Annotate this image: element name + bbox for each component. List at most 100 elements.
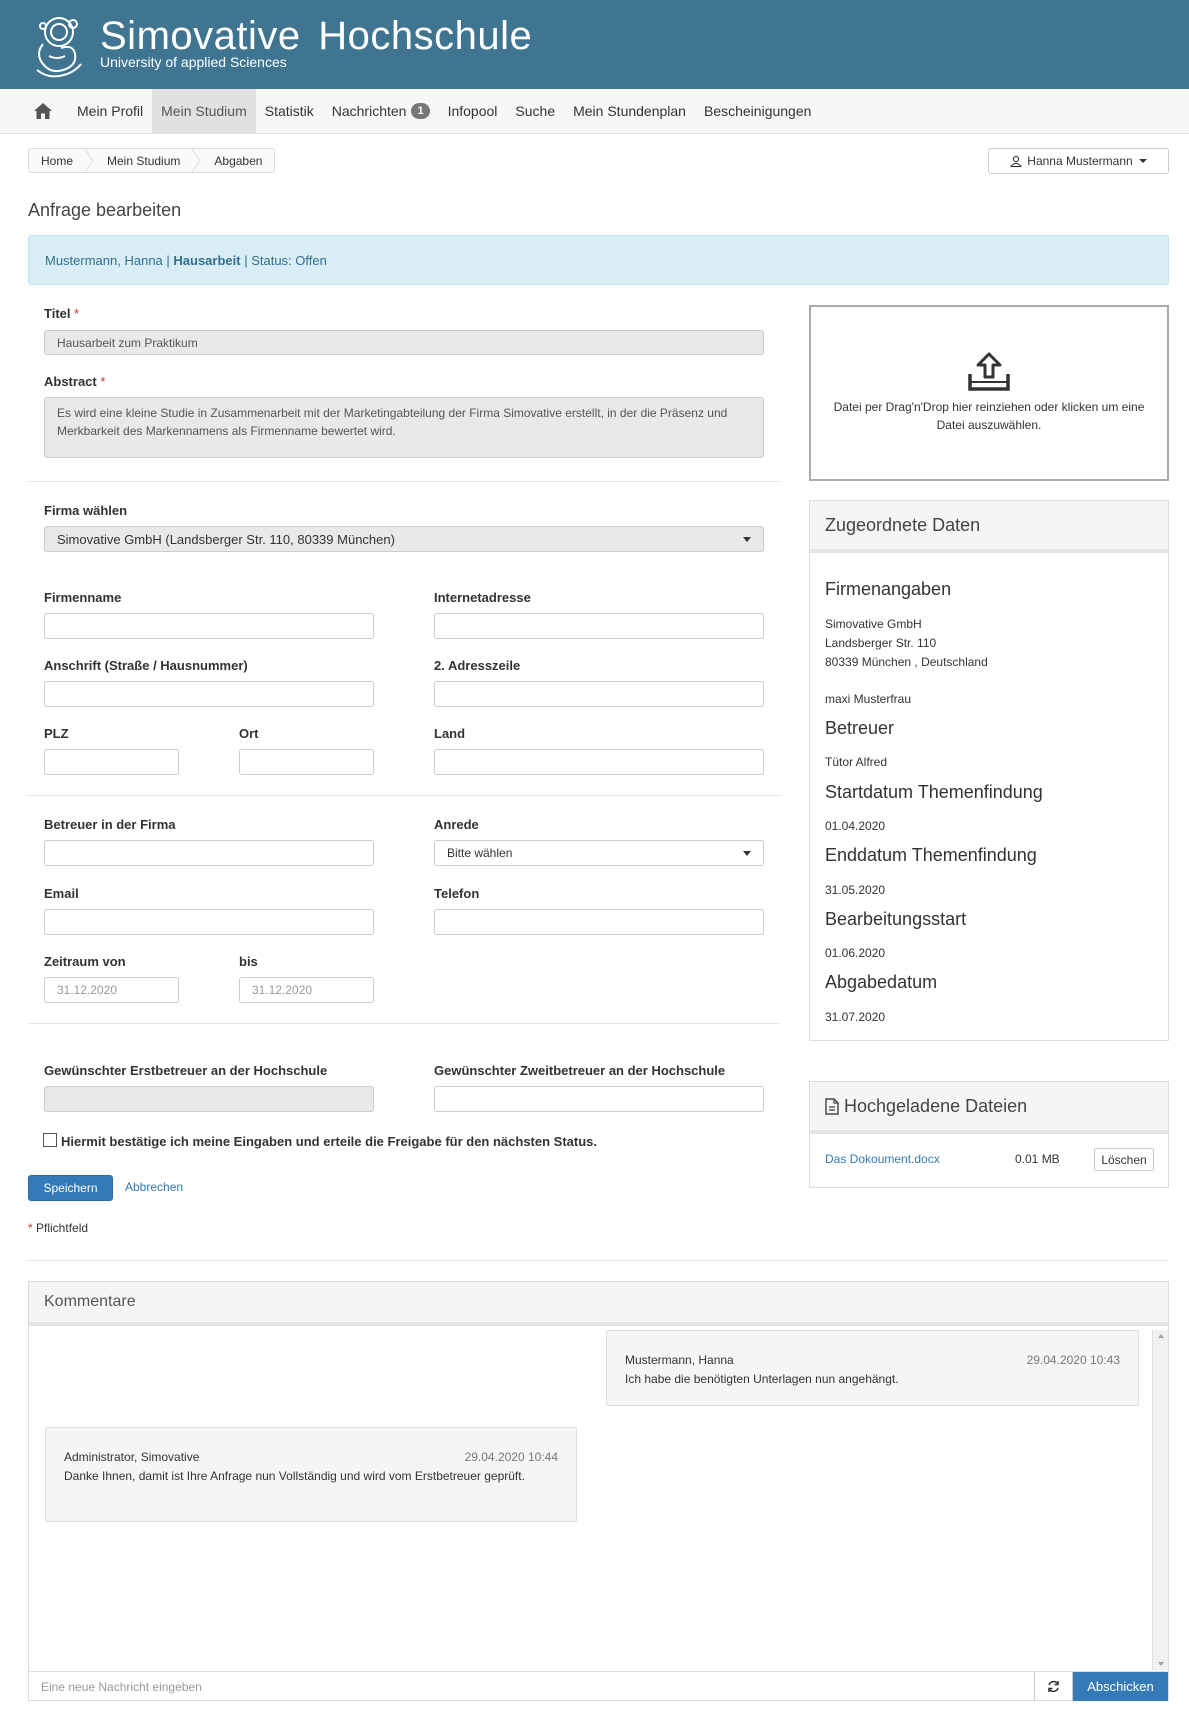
abgabedatum-heading: Abgabedatum [825,972,938,992]
info-student-name: Mustermann, Hanna [45,252,163,268]
hochgeladene-dateien-header: Hochgeladene Dateien [810,1082,1168,1134]
ort-input[interactable] [239,749,374,775]
firma-label: Firma wählen [44,503,128,518]
anrede-label: Anrede [434,817,479,832]
university-logo-icon[interactable] [29,10,89,80]
nav-nachrichten-label: Nachrichten [331,103,407,119]
breadcrumb-separator-icon [85,149,94,172]
plz-input[interactable] [44,749,179,775]
breadcrumb-mein-studium-label: Mein Studium [107,153,181,168]
breadcrumb-abgaben-label: Abgaben [214,153,263,168]
home-icon[interactable] [28,89,58,133]
request-info-alert: Mustermann, Hanna | Hausarbeit | Status:… [28,235,1169,285]
anschrift-input[interactable] [44,681,374,707]
titel-input[interactable]: Hausarbeit zum Praktikum [44,330,764,355]
telefon-input[interactable] [434,909,764,935]
internetadresse-input[interactable] [434,613,764,639]
file-link[interactable]: Das Dokoument.docx [825,1152,940,1166]
nav-mein-studium[interactable]: Mein Studium [152,89,256,133]
site-title: Simovative Hochschule [100,14,533,58]
betreuer-firma-label: Betreuer in der Firma [44,817,176,832]
form-divider [28,481,780,482]
zeitraum-von-input[interactable]: 31.12.2020 [44,977,179,1003]
nav-statistik[interactable]: Statistik [256,89,323,133]
user-icon [1010,155,1023,167]
file-dropzone[interactable]: Datei per Drag'n'Drop hier reinziehen od… [809,305,1169,481]
bearbeitungsstart-value: 01.06.2020 [825,946,886,960]
user-dropdown[interactable]: Hanna Mustermann [988,148,1169,174]
loeschen-button[interactable]: Löschen [1094,1148,1154,1171]
breadcrumb-home[interactable]: Home [29,149,85,172]
firm-line-2: Landsberger Str. 110 [825,636,937,650]
zeitraum-von-label: Zeitraum von [44,954,126,969]
email-input[interactable] [44,909,374,935]
kommentare-title: Kommentare [29,1282,1168,1326]
comment-time: 29.04.2020 10:44 [464,1450,558,1464]
firmenangaben-heading: Firmenangaben [825,579,952,599]
titel-label: Titel * [44,306,79,321]
startdatum-value: 01.04.2020 [825,819,886,833]
betreuer-value: Tütor Alfred [825,755,888,769]
form-divider [28,1023,780,1024]
confirm-label: Hiermit bestätige ich meine Eingaben und… [61,1134,598,1149]
breadcrumb-mein-studium[interactable]: Mein Studium [85,149,192,172]
abstract-textarea[interactable]: Es wird eine kleine Studie in Zusammenar… [44,397,764,458]
file-icon [825,1097,839,1115]
nav-infopool[interactable]: Infopool [439,89,507,133]
nav-mein-profil[interactable]: Mein Profil [68,89,152,133]
scroll-down-icon[interactable] [1153,1658,1169,1670]
comment-composer: Eine neue Nachricht eingeben Abschicken [29,1671,1168,1701]
anrede-select[interactable]: Bitte wählen [434,840,764,866]
anrede-select-value: Bitte wählen [447,846,513,860]
erstbetreuer-input[interactable] [44,1086,374,1112]
breadcrumb-abgaben[interactable]: Abgaben [192,149,274,172]
required-asterisk: * [74,306,80,321]
zweitbetreuer-input[interactable] [434,1086,764,1112]
pflichtfeld-note: * Pflichtfeld [28,1221,88,1235]
betreuer-firma-input[interactable] [44,840,374,866]
comments-scrollbar[interactable] [1152,1330,1168,1670]
firma-select[interactable]: Simovative GmbH (Landsberger Str. 110, 8… [44,526,764,552]
comment-time: 29.04.2020 10:43 [1026,1353,1120,1367]
chevron-down-icon [743,851,751,856]
comment-message: Mustermann, Hanna 29.04.2020 10:43 Ich h… [606,1330,1139,1406]
form-divider [28,795,780,796]
refresh-icon [1048,1680,1059,1693]
zeitraum-bis-input[interactable]: 31.12.2020 [239,977,374,1003]
file-size: 0.01 MB [1015,1152,1060,1166]
firma-select-value: Simovative GmbH (Landsberger Str. 110, 8… [57,531,395,547]
abschicken-button[interactable]: Abschicken [1073,1672,1168,1701]
nav-bescheinigungen[interactable]: Bescheinigungen [695,89,820,133]
confirm-checkbox[interactable] [43,1133,57,1147]
chevron-down-icon [743,537,751,542]
section-divider [28,1260,1169,1261]
abbrechen-link[interactable]: Abbrechen [125,1180,183,1194]
ort-label: Ort [239,726,259,741]
land-input[interactable] [434,749,764,775]
nav-suche[interactable]: Suche [506,89,564,133]
user-name: Hanna Mustermann [1027,154,1133,168]
zugeordnete-daten-title: Zugeordnete Daten [810,501,1168,553]
info-type: Hausarbeit [173,252,241,268]
erstbetreuer-label: Gewünschter Erstbetreuer an der Hochschu… [44,1063,328,1078]
adresszeile-input[interactable] [434,681,764,707]
speichern-button[interactable]: Speichern [28,1175,113,1201]
telefon-label: Telefon [434,886,480,901]
upload-icon [968,352,1010,391]
new-message-input[interactable]: Eine neue Nachricht eingeben [29,1672,1035,1701]
refresh-button[interactable] [1035,1672,1073,1701]
firmenname-input[interactable] [44,613,374,639]
nav-stundenplan[interactable]: Mein Stundenplan [564,89,695,133]
dropzone-text: Datei per Drag'n'Drop hier reinziehen od… [833,400,1145,432]
required-asterisk: * [100,374,106,389]
land-label: Land [434,726,466,741]
internetadresse-label: Internetadresse [434,590,531,605]
scroll-up-icon[interactable] [1153,1330,1169,1342]
breadcrumb-home-label: Home [41,153,74,168]
nav-nachrichten[interactable]: Nachrichten 1 [323,89,439,133]
main-nav: Mein Profil Mein Studium Statistik Nachr… [0,89,1189,134]
enddatum-value: 31.05.2020 [825,883,886,897]
comment-text: Danke Ihnen, damit ist Ihre Anfrage nun … [64,1469,525,1483]
required-asterisk: * [28,1221,33,1235]
comment-message: Administrator, Simovative 29.04.2020 10:… [45,1427,577,1522]
